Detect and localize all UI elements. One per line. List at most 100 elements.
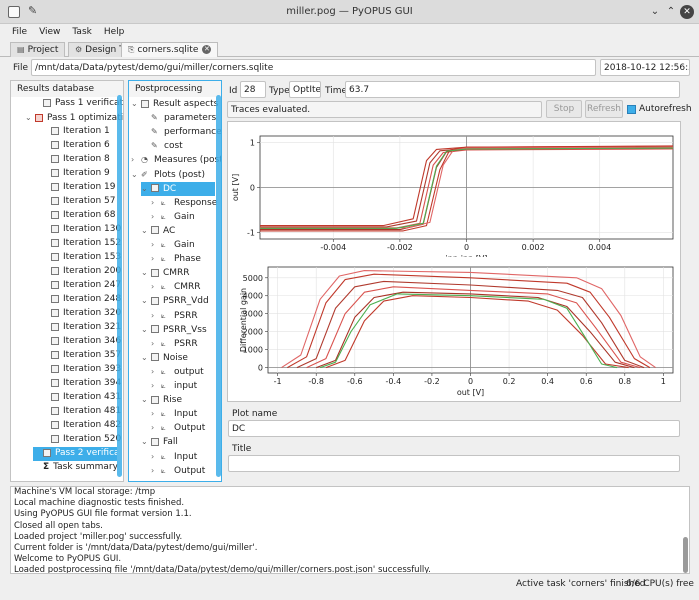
- expander-icon[interactable]: ›: [151, 450, 161, 463]
- minimize-icon[interactable]: ⌄: [648, 5, 662, 19]
- results-item[interactable]: Σ Task summary: [33, 461, 118, 475]
- expander-icon[interactable]: ›: [151, 280, 161, 293]
- menu-task[interactable]: Task: [66, 25, 97, 37]
- tab-project[interactable]: ▤ Project: [10, 42, 66, 57]
- id-field[interactable]: 28: [240, 81, 266, 98]
- postprocessing-item[interactable]: › ⟀ Output: [151, 421, 215, 435]
- expander-icon[interactable]: ›: [151, 337, 161, 350]
- results-item[interactable]: Iteration 520: [41, 433, 121, 447]
- results-item[interactable]: Iteration 153: [41, 251, 121, 265]
- postprocessing-item[interactable]: ⌄ PSRR_Vdd: [141, 294, 215, 308]
- results-item[interactable]: Iteration 9: [41, 167, 117, 181]
- expander-icon[interactable]: ›: [151, 365, 161, 378]
- results-item[interactable]: Iteration 321: [41, 321, 121, 335]
- expander-icon[interactable]: ⌄: [141, 435, 151, 448]
- expander-icon[interactable]: ⌄: [141, 393, 151, 406]
- results-item[interactable]: Iteration 394: [41, 377, 121, 391]
- close-window-icon[interactable]: ✕: [680, 5, 694, 19]
- log-scrollbar[interactable]: [683, 537, 688, 573]
- maximize-icon[interactable]: ⌃: [664, 5, 678, 19]
- results-item[interactable]: Pass 1 verification: [33, 97, 123, 111]
- postprocessing-item[interactable]: › ◔ Measures (post): [131, 153, 221, 167]
- expander-icon[interactable]: ›: [151, 196, 161, 209]
- expander-icon[interactable]: ›: [151, 379, 161, 392]
- postprocessing-item[interactable]: › ⟀ CMRR: [151, 280, 215, 294]
- close-tab-icon[interactable]: ✕: [202, 45, 212, 54]
- results-item[interactable]: Iteration 357: [41, 349, 121, 363]
- expander-icon[interactable]: ⌄: [131, 97, 141, 110]
- expander-icon[interactable]: ›: [151, 252, 161, 265]
- postprocessing-item[interactable]: › ⟀ Input: [151, 407, 215, 421]
- expander-icon[interactable]: ›: [151, 464, 161, 477]
- expander-icon[interactable]: ›: [151, 238, 161, 251]
- expander-icon[interactable]: ⌄: [141, 182, 151, 195]
- menu-help[interactable]: Help: [98, 25, 131, 37]
- expander-icon[interactable]: ⌄: [25, 111, 35, 124]
- expander-icon[interactable]: ⌄: [131, 168, 141, 181]
- postprocessing-item[interactable]: ⌄ Noise: [141, 351, 215, 365]
- dc-gain-chart[interactable]: -1 -0.8 -0.6 -0.4 -0.2 0 0.2 0.4 0.6 0.8 101000200…: [228, 257, 680, 403]
- postprocessing-item[interactable]: ⌄ Fall: [141, 435, 215, 449]
- expander-icon[interactable]: ›: [151, 210, 161, 223]
- postprocessing-item[interactable]: › ⟀ Phase: [151, 252, 215, 266]
- refresh-button[interactable]: Refresh: [585, 100, 623, 118]
- results-item[interactable]: Iteration 200: [41, 265, 121, 279]
- expander-icon[interactable]: ⌄: [141, 323, 151, 336]
- results-item[interactable]: Iteration 346: [41, 335, 121, 349]
- results-item[interactable]: Iteration 481: [41, 405, 121, 419]
- postprocessing-item[interactable]: › ⟀ output: [151, 365, 215, 379]
- time-field[interactable]: 63.7: [345, 81, 680, 98]
- postprocessing-item[interactable]: ⌄ Result aspects: [131, 97, 218, 111]
- results-item[interactable]: Iteration 19: [41, 181, 117, 195]
- type-field[interactable]: OptIter: [289, 81, 321, 98]
- postprocessing-item[interactable]: ⌄ DC: [141, 181, 215, 196]
- results-item[interactable]: Iteration 482: [41, 419, 121, 433]
- menu-file[interactable]: File: [0, 25, 33, 37]
- postprocessing-item[interactable]: ⌄ ✐ Plots (post): [131, 168, 215, 182]
- postprocessing-item[interactable]: ⌄ Rise: [141, 393, 215, 407]
- dc-response-chart[interactable]: -0.004-0.00200.0020.004-101inp-inn [V]ou…: [228, 122, 680, 257]
- tab-corners-sqlite[interactable]: ⎘ corners.sqlite ✕: [121, 42, 219, 57]
- postprocessing-item[interactable]: ⌄ CMRR: [141, 266, 215, 280]
- results-item[interactable]: Iteration 1: [41, 125, 117, 139]
- results-item[interactable]: Iteration 248: [41, 293, 121, 307]
- postprocessing-item[interactable]: › ⟀ Response: [151, 196, 217, 210]
- results-item[interactable]: Iteration 431: [41, 391, 121, 405]
- postprocessing-item[interactable]: ✎ cost: [141, 139, 215, 153]
- expander-icon[interactable]: ⌄: [141, 351, 151, 364]
- results-item[interactable]: Iteration 247: [41, 279, 121, 293]
- plot-name-field[interactable]: DC: [228, 420, 680, 437]
- stop-button[interactable]: Stop: [546, 100, 582, 118]
- postprocessing-item[interactable]: ✎ performance: [141, 125, 221, 139]
- results-scrollbar[interactable]: [117, 95, 122, 477]
- window-titlebar[interactable]: ✎ miller.pog — PyOPUS GUI ⌄ ⌃ ✕: [0, 0, 699, 24]
- postprocessing-item[interactable]: › ⟀ input: [151, 379, 215, 393]
- expander-icon[interactable]: ›: [151, 309, 161, 322]
- postprocessing-item[interactable]: ⌄ PSRR_Vss: [141, 323, 215, 337]
- file-path-field[interactable]: /mnt/data/Data/pytest/demo/gui/miller/co…: [31, 59, 596, 76]
- postprocessing-item[interactable]: › ⟀ PSRR: [151, 337, 215, 351]
- expander-icon[interactable]: ›: [131, 153, 141, 166]
- results-item[interactable]: Iteration 68: [41, 209, 117, 223]
- postprocessing-item[interactable]: › ⟀ Gain: [151, 210, 215, 224]
- postprocessing-item[interactable]: › ⟀ Input: [151, 450, 215, 464]
- plot-title-field[interactable]: [228, 455, 680, 472]
- results-item[interactable]: Iteration 130: [41, 223, 121, 237]
- results-item[interactable]: Iteration 152: [41, 237, 121, 251]
- expander-icon[interactable]: ›: [151, 421, 161, 434]
- results-item[interactable]: Pass 2 verification: [33, 447, 123, 461]
- postprocessing-item[interactable]: › ⟀ Gain: [151, 238, 215, 252]
- results-item[interactable]: ⌄ Pass 1 optimizati...: [25, 111, 123, 125]
- expander-icon[interactable]: ⌄: [141, 224, 151, 237]
- results-item[interactable]: Iteration 6: [41, 139, 117, 153]
- expander-icon[interactable]: ⌄: [141, 266, 151, 279]
- results-item[interactable]: Iteration 57: [41, 195, 117, 209]
- expander-icon[interactable]: ›: [151, 407, 161, 420]
- menu-view[interactable]: View: [33, 25, 66, 37]
- results-item[interactable]: Iteration 320: [41, 307, 121, 321]
- postprocessing-item[interactable]: ⌄ AC: [141, 224, 215, 238]
- results-item[interactable]: Iteration 393: [41, 363, 121, 377]
- file-timestamp-field[interactable]: 2018-10-12 12:56:57: [600, 59, 690, 76]
- autorefresh-checkbox[interactable]: [627, 105, 636, 114]
- postprocessing-scrollbar[interactable]: [216, 95, 221, 477]
